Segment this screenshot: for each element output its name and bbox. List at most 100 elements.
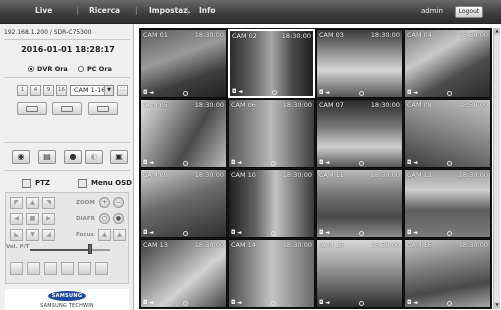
ptz-up-right-button[interactable]: ◥	[42, 197, 55, 209]
camera-tile[interactable]: CAM 02 18:30:00 ◘ ◄	[228, 29, 315, 98]
nav-impostaz[interactable]: Impostaz.	[149, 6, 190, 15]
scroll-down-icon[interactable]: ▼	[494, 302, 500, 309]
ptz-right-button[interactable]: ▶	[42, 213, 55, 225]
camera-time: 18:30:00	[194, 101, 224, 109]
iris-close-button[interactable]: ●	[113, 213, 124, 224]
motion-icon	[183, 231, 188, 236]
camera-video-feed	[229, 100, 314, 167]
velocity-slider-track[interactable]	[30, 249, 110, 251]
camera-tile[interactable]: CAM 15 18:30:00 ◘ ◄	[316, 239, 403, 308]
capture-button[interactable]: ◉	[12, 150, 30, 164]
group-button[interactable]	[44, 262, 57, 275]
camera-video-feed	[141, 100, 226, 167]
ptz-down-right-button[interactable]: ◢	[42, 229, 55, 241]
ptz-down-button[interactable]: ▼	[26, 229, 39, 241]
nav-info[interactable]: Info	[199, 6, 216, 15]
focus-label: Focus	[76, 232, 94, 238]
record-button[interactable]: ●	[64, 150, 82, 164]
radio-dvr-time[interactable]: DVR Ora	[28, 65, 68, 73]
camera-tile[interactable]: CAM 06 18:30:00 ◘ ◄	[228, 99, 315, 168]
chevron-down-icon: ▼	[104, 86, 113, 95]
sequence-button[interactable]	[88, 102, 118, 115]
camera-label: CAM 03	[319, 31, 344, 39]
camera-tile[interactable]: CAM 11 18:30:00 ◘ ◄	[316, 169, 403, 238]
arrow-left-icon	[26, 106, 38, 112]
velocity-slider-handle[interactable]	[88, 244, 92, 254]
camera-tile[interactable]: CAM 03 18:30:00 ◘ ◄	[316, 29, 403, 98]
nav-live[interactable]: Live	[35, 6, 52, 15]
motion-icon	[359, 161, 364, 166]
ptz-home-button[interactable]: ■	[26, 213, 39, 225]
iris-open-button[interactable]: ○	[99, 213, 110, 224]
motion-icon	[359, 91, 364, 96]
audio-button[interactable]: ◐	[85, 150, 103, 164]
camera-time: 18:30:00	[194, 171, 224, 179]
camera-video-feed	[405, 240, 490, 307]
split-16-button[interactable]: 16	[56, 85, 67, 96]
split-1-button[interactable]: 1	[17, 85, 28, 96]
brand-subtitle: SAMSUNG TECHWIN	[40, 303, 94, 309]
camera-label: CAM 14	[231, 241, 256, 249]
focus-far-button[interactable]: ▲	[113, 229, 126, 241]
radio-dvr-label: DVR Ora	[37, 65, 68, 73]
camera-tile[interactable]: CAM 13 18:30:00 ◘ ◄	[140, 239, 227, 308]
top-nav-bar: Live | Ricerca | Impostaz. | Info admin …	[0, 0, 501, 24]
camera-tile[interactable]: CAM 07 18:30:00 ◘ ◄	[316, 99, 403, 168]
camera-tile[interactable]: CAM 09 18:30:00 ◘ ◄	[140, 169, 227, 238]
split-4-button[interactable]: 4	[30, 85, 41, 96]
print-button[interactable]: ▤	[38, 150, 56, 164]
trace-button[interactable]	[78, 262, 91, 275]
fullscreen-button[interactable]: ⛶	[117, 85, 128, 96]
status-icons: ◘ ◄	[407, 230, 418, 236]
monitor-icon: ▣	[115, 152, 123, 161]
camera-tile[interactable]: CAM 16 18:30:00 ◘ ◄	[404, 239, 491, 308]
scrollbar[interactable]: ▲ ▼	[493, 28, 500, 309]
camera-video-feed	[229, 240, 314, 307]
status-icons: ◘ ◄	[319, 90, 330, 96]
ptz-down-left-button[interactable]: ◣	[10, 229, 23, 241]
preset-button[interactable]	[10, 262, 23, 275]
camera-video-feed	[230, 31, 313, 96]
motion-icon	[183, 161, 188, 166]
camera-tile[interactable]: CAM 01 18:30:00 ◘ ◄	[140, 29, 227, 98]
previous-group-button[interactable]	[17, 102, 47, 115]
nav-ricerca[interactable]: Ricerca	[89, 6, 120, 15]
divider	[4, 170, 130, 171]
camera-time: 18:30:00	[458, 31, 488, 39]
camera-tile[interactable]: CAM 14 18:30:00 ◘ ◄	[228, 239, 315, 308]
radio-dot-selected	[28, 66, 34, 72]
logout-button[interactable]: Logout	[455, 6, 483, 18]
motion-icon	[359, 231, 364, 236]
ptz-settings-button[interactable]	[95, 262, 108, 275]
camera-icon: ◉	[17, 152, 25, 161]
tab-menu-osd[interactable]: Menu OSD	[78, 176, 132, 190]
ptz-left-button[interactable]: ◀	[10, 213, 23, 225]
camera-time: 18:30:00	[282, 241, 312, 249]
ptz-up-button[interactable]: ▲	[26, 197, 39, 209]
focus-far-icon: ▲	[117, 231, 122, 238]
camera-tile[interactable]: CAM 04 18:30:00 ◘ ◄	[404, 29, 491, 98]
tour-button[interactable]	[61, 262, 74, 275]
scroll-up-icon[interactable]: ▲	[494, 28, 500, 35]
motion-icon	[183, 301, 188, 306]
camera-video-feed	[141, 240, 226, 307]
camera-video-feed	[405, 100, 490, 167]
camera-time: 18:30:00	[370, 241, 400, 249]
camera-tile[interactable]: CAM 12 18:30:00 ◘ ◄	[404, 169, 491, 238]
camera-tile[interactable]: CAM 05 18:30:00 ◘ ◄	[140, 99, 227, 168]
camera-tile[interactable]: CAM 10 18:30:00 ◘ ◄	[228, 169, 315, 238]
display-button[interactable]: ▣	[110, 150, 128, 164]
focus-near-button[interactable]: ▲	[98, 229, 111, 241]
camera-time: 18:30:00	[458, 171, 488, 179]
nav-separator: |	[135, 6, 138, 15]
radio-pc-time[interactable]: PC Ora	[78, 65, 112, 73]
ptz-up-left-button[interactable]: ◤	[10, 197, 23, 209]
tab-ptz[interactable]: PTZ	[22, 176, 50, 190]
split-9-button[interactable]: 9	[43, 85, 54, 96]
next-group-button[interactable]	[52, 102, 82, 115]
zoom-in-button[interactable]: +	[99, 197, 110, 208]
camera-group-select[interactable]: CAM 1-16 ▼	[70, 85, 114, 96]
swing-button[interactable]	[27, 262, 40, 275]
zoom-out-button[interactable]: −	[113, 197, 124, 208]
camera-tile[interactable]: CAM 08 18:30:00 ◘ ◄	[404, 99, 491, 168]
